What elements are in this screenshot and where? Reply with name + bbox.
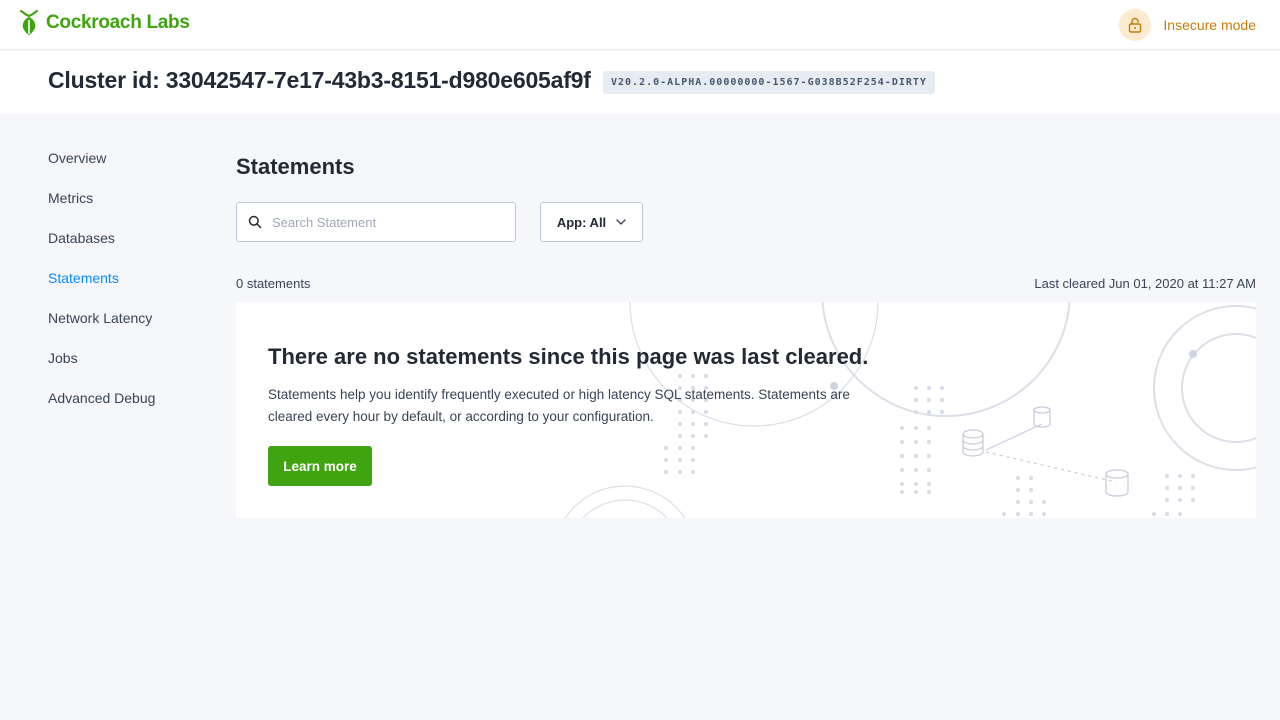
search-box [236,202,516,242]
search-input[interactable] [272,203,507,241]
sidebar-item-network-latency[interactable]: Network Latency [48,306,218,346]
app-filter-label: App: All [556,214,607,230]
sidebar-item-jobs[interactable]: Jobs [48,346,218,386]
cluster-header: Cluster id: 33042547-7e17-43b3-8151-d980… [0,51,1280,114]
cluster-id-title: Cluster id: 33042547-7e17-43b3-8151-d980… [48,67,591,93]
app-filter-dropdown[interactable]: App: All [540,202,643,242]
learn-more-button[interactable]: Learn more [268,446,372,486]
sidebar-item-databases[interactable]: Databases [48,226,218,266]
statement-count: 0 statements [236,276,311,291]
cockroach-labs-logo[interactable]: Cockroach Labs [16,9,190,37]
sidebar-item-overview[interactable]: Overview [48,146,218,186]
last-cleared-text: Last cleared Jun 01, 2020 at 11:27 AM [1034,276,1256,291]
sidebar-item-metrics[interactable]: Metrics [48,186,218,226]
version-badge: V20.2.0-ALPHA.00000000-1567-G038B52F254-… [603,71,935,94]
sidebar-item-advanced-debug[interactable]: Advanced Debug [48,386,218,426]
top-bar: Cockroach Labs Insecure mode [0,0,1280,50]
sidebar-item-statements[interactable]: Statements [48,266,218,306]
unlock-icon [1119,9,1152,41]
page-title: Statements [236,154,355,179]
insecure-mode-indicator[interactable]: Insecure mode [1119,9,1256,41]
sidebar-nav: Overview Metrics Databases Statements Ne… [48,146,218,426]
chevron-down-icon [616,219,626,225]
empty-state-panel: There are no statements since this page … [236,302,1256,518]
search-icon [248,215,262,229]
empty-state-title: There are no statements since this page … [268,344,869,369]
insecure-mode-label: Insecure mode [1163,17,1256,33]
cockroach-logo-icon [19,9,39,35]
logo-text: Cockroach Labs [46,12,190,33]
empty-state-description: Statements help you identify frequently … [268,387,850,424]
